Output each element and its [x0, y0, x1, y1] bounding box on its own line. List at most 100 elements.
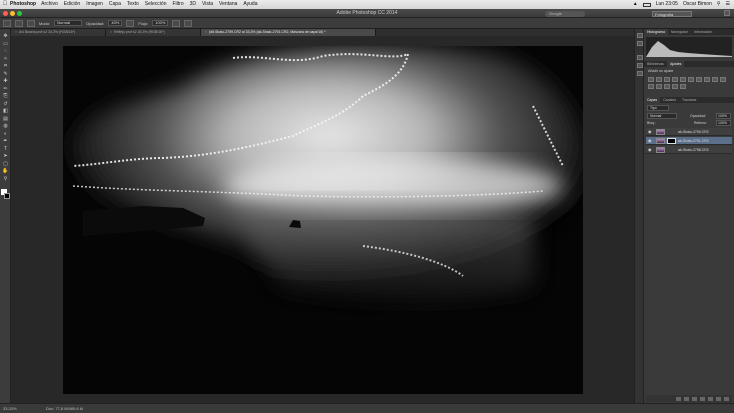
tab-layers[interactable]: Capas: [644, 97, 661, 103]
fx-icon[interactable]: [684, 396, 689, 401]
visibility-eye-icon[interactable]: ◉: [648, 130, 652, 134]
menu-edicion[interactable]: Edición: [64, 0, 80, 9]
color-balance-icon[interactable]: [696, 77, 702, 82]
hue-saturation-icon[interactable]: [688, 77, 694, 82]
tab-adjustments[interactable]: Ajustes: [666, 61, 685, 67]
exposure-icon[interactable]: [672, 77, 678, 82]
close-tab-icon[interactable]: ×: [15, 30, 17, 34]
dodge-tool-icon[interactable]: ◐: [2, 131, 9, 137]
blur-tool-icon[interactable]: ◍: [2, 123, 9, 129]
pressure-size-icon[interactable]: [184, 19, 193, 27]
brush-panel-icon[interactable]: [637, 55, 643, 60]
gradient-map-icon[interactable]: [672, 84, 678, 89]
canvas-area[interactable]: [11, 36, 634, 403]
pressure-opacity-icon[interactable]: [126, 19, 135, 27]
menubar-clock[interactable]: Lun 23:05: [656, 0, 678, 9]
tab-info[interactable]: Información: [691, 29, 715, 35]
shape-tool-icon[interactable]: ▢: [2, 161, 9, 167]
black-white-icon[interactable]: [704, 77, 710, 82]
layer-row[interactable]: ◉ ak-Shalo-2759.CR2: [646, 128, 732, 136]
link-layers-icon[interactable]: [676, 396, 681, 401]
gradient-tool-icon[interactable]: ▤: [2, 116, 9, 122]
curves-icon[interactable]: [664, 77, 670, 82]
move-tool-icon[interactable]: ✥: [2, 33, 9, 39]
menu-capa[interactable]: Capa: [109, 0, 121, 9]
layer-row-selected[interactable]: ◉ ak-Shalo-2791.CR2: [646, 137, 732, 145]
hand-tool-icon[interactable]: ✋: [2, 168, 9, 174]
flow-field[interactable]: 100%: [152, 20, 169, 26]
channel-mixer-icon[interactable]: [720, 77, 726, 82]
menu-imagen[interactable]: Imagen: [86, 0, 103, 9]
opacity-field[interactable]: 40%: [108, 20, 123, 26]
type-tool-icon[interactable]: T: [2, 146, 9, 152]
menubar-user[interactable]: Oscar Bimon: [683, 0, 712, 9]
menu-texto[interactable]: Texto: [127, 0, 139, 9]
healing-brush-tool-icon[interactable]: ✚: [2, 78, 9, 84]
workspace-select[interactable]: Fotografía: [652, 10, 692, 17]
menu-vista[interactable]: Vista: [202, 0, 213, 9]
airbrush-icon[interactable]: [172, 19, 181, 27]
tab-navigator[interactable]: Navegador: [668, 29, 691, 35]
document-tab[interactable]: × Reflejo prof s2 33,3% (RGB/16*): [106, 29, 201, 36]
clone-stamp-tool-icon[interactable]: ⎘: [2, 93, 9, 99]
notifications-icon[interactable]: ☰: [726, 0, 730, 9]
lasso-tool-icon[interactable]: ◌: [2, 48, 9, 54]
brush-preset-icon[interactable]: [3, 19, 11, 27]
spotlight-icon[interactable]: ⚲: [717, 0, 721, 9]
close-tab-icon[interactable]: ×: [110, 30, 112, 34]
document-tab[interactable]: × Avi Boseia prof s2 33,3% (RGB/16*): [11, 29, 106, 36]
threshold-icon[interactable]: [664, 84, 670, 89]
visibility-eye-icon[interactable]: ◉: [648, 148, 652, 152]
marquee-tool-icon[interactable]: ▭: [2, 41, 9, 47]
properties-icon[interactable]: [637, 41, 643, 46]
tab-libraries[interactable]: Bibliotecas: [644, 61, 667, 67]
wifi-icon[interactable]: ▲: [633, 0, 638, 9]
path-selection-tool-icon[interactable]: ➤: [2, 153, 9, 159]
brush-panel-icon[interactable]: [27, 19, 35, 27]
close-tab-icon[interactable]: ×: [205, 30, 207, 34]
mode-select[interactable]: Normal: [54, 20, 83, 26]
menu-3d[interactable]: 3D: [190, 0, 196, 9]
layer-mask-thumbnail[interactable]: [667, 138, 676, 144]
document-image[interactable]: [63, 46, 583, 394]
photo-filter-icon[interactable]: [712, 77, 718, 82]
new-layer-icon[interactable]: [716, 396, 721, 401]
menu-ayuda[interactable]: Ayuda: [243, 0, 257, 9]
tab-histogram[interactable]: Histograma: [644, 29, 668, 35]
character-icon[interactable]: [637, 63, 643, 68]
layer-row[interactable]: ◉ ak-Shalo-2758.CR2: [646, 146, 732, 154]
posterize-icon[interactable]: [656, 84, 662, 89]
tab-paths[interactable]: Trazados: [679, 97, 699, 103]
visibility-eye-icon[interactable]: ◉: [648, 139, 652, 143]
menu-seleccion[interactable]: Selección: [145, 0, 167, 9]
history-brush-tool-icon[interactable]: ↺: [2, 101, 9, 107]
tab-channels[interactable]: Canales: [660, 97, 679, 103]
brush-settings-icon[interactable]: [15, 19, 23, 27]
new-group-icon[interactable]: [708, 396, 713, 401]
history-icon[interactable]: [637, 33, 643, 38]
zoom-tool-icon[interactable]: ⚲: [2, 176, 9, 182]
document-tab-active[interactable]: × (dit-Shalo-2759.CR2 al 33,3% (ak-Shalo-…: [201, 29, 376, 36]
search-field[interactable]: Google: [545, 10, 585, 17]
crop-tool-icon[interactable]: ⌗: [2, 63, 9, 69]
background-color-swatch[interactable]: [4, 193, 10, 199]
new-fill-layer-icon[interactable]: [700, 396, 705, 401]
levels-icon[interactable]: [656, 77, 662, 82]
quick-selection-tool-icon[interactable]: ✧: [2, 56, 9, 62]
menu-ventana[interactable]: Ventana: [219, 0, 237, 9]
menu-archivo[interactable]: Archivo: [41, 0, 58, 9]
trash-icon[interactable]: [724, 396, 729, 401]
eraser-tool-icon[interactable]: ◧: [2, 108, 9, 114]
brightness-icon[interactable]: [648, 77, 654, 82]
invert-icon[interactable]: [648, 84, 654, 89]
apple-icon[interactable]: : [0, 0, 10, 9]
battery-icon[interactable]: [642, 2, 651, 7]
layer-opacity-field[interactable]: 100%: [716, 113, 731, 119]
menu-filtro[interactable]: Filtro: [172, 0, 183, 9]
paragraph-icon[interactable]: [637, 71, 643, 76]
brush-tool-icon[interactable]: ✏: [2, 86, 9, 92]
vibrance-icon[interactable]: [680, 77, 686, 82]
fullscreen-icon[interactable]: [724, 10, 730, 16]
layer-kind-filter[interactable]: Tipo: [647, 105, 669, 111]
add-mask-icon[interactable]: [692, 396, 697, 401]
